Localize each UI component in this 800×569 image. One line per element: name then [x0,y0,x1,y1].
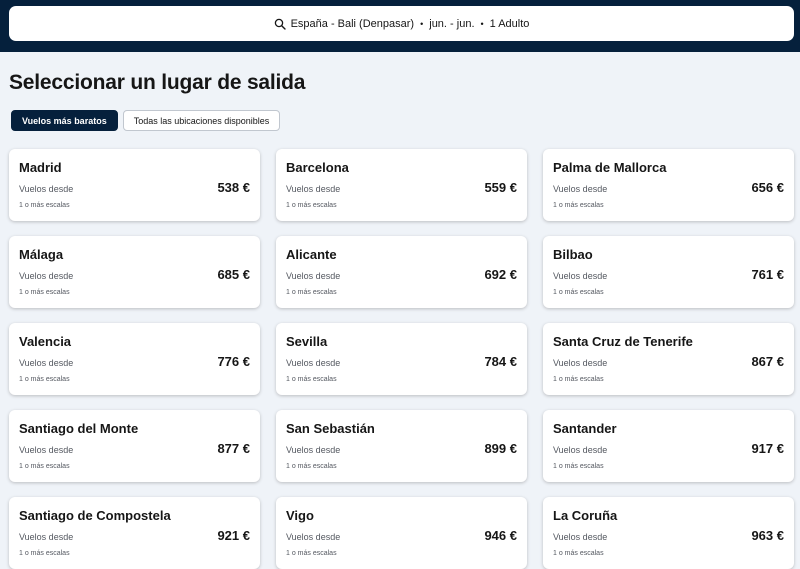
card-stops: 1 o más escalas [553,289,604,296]
card-stops: 1 o más escalas [286,376,337,383]
card-stops: 1 o más escalas [286,289,337,296]
filter-tabs: Vuelos más baratos Todas las ubicaciones… [11,110,281,131]
card-city: Valencia [19,334,72,349]
card-stops: 1 o más escalas [553,463,604,470]
card-city: San Sebastián [286,421,375,436]
card-from-label: Vuelos desde [286,184,341,194]
departure-card-palma-de-mallorca[interactable]: Palma de Mallorca Vuelos desde 656 € 1 o… [543,149,794,221]
card-from-label: Vuelos desde [19,445,74,455]
card-price: 761 € [751,267,784,282]
search-dates: jun. - jun. [429,17,475,30]
search-travellers: 1 Adulto [489,17,530,30]
search-icon [274,18,286,30]
card-from-label: Vuelos desde [19,184,74,194]
departure-card-malaga[interactable]: Málaga Vuelos desde 685 € 1 o más escala… [9,236,260,308]
card-price: 867 € [751,354,784,369]
tab-all-locations[interactable]: Todas las ubicaciones disponibles [122,110,281,131]
card-price: 784 € [484,354,517,369]
card-price: 559 € [484,180,517,195]
departure-card-bilbao[interactable]: Bilbao Vuelos desde 761 € 1 o más escala… [543,236,794,308]
departure-card-vigo[interactable]: Vigo Vuelos desde 946 € 1 o más escalas [276,497,527,569]
card-city: Santiago de Compostela [19,508,171,523]
departure-card-santander[interactable]: Santander Vuelos desde 917 € 1 o más esc… [543,410,794,482]
card-city: Vigo [286,508,314,523]
card-from-label: Vuelos desde [286,445,341,455]
card-price: 921 € [217,528,250,543]
card-from-label: Vuelos desde [286,271,341,281]
card-city: Madrid [19,160,62,175]
departure-card-valencia[interactable]: Valencia Vuelos desde 776 € 1 o más esca… [9,323,260,395]
card-stops: 1 o más escalas [553,376,604,383]
card-city: Santander [553,421,617,436]
card-from-label: Vuelos desde [553,532,608,542]
search-summary-button[interactable]: España - Bali (Denpasar) • jun. - jun. •… [9,6,794,41]
card-from-label: Vuelos desde [286,532,341,542]
card-city: Palma de Mallorca [553,160,667,175]
departure-grid: Madrid Vuelos desde 538 € 1 o más escala… [9,149,794,569]
departure-card-barcelona[interactable]: Barcelona Vuelos desde 559 € 1 o más esc… [276,149,527,221]
departure-card-san-sebastian[interactable]: San Sebastián Vuelos desde 899 € 1 o más… [276,410,527,482]
card-stops: 1 o más escalas [286,463,337,470]
card-from-label: Vuelos desde [19,532,74,542]
card-stops: 1 o más escalas [286,550,337,557]
card-price: 685 € [217,267,250,282]
card-price: 776 € [217,354,250,369]
card-stops: 1 o más escalas [553,202,604,209]
card-stops: 1 o más escalas [553,550,604,557]
card-price: 899 € [484,441,517,456]
card-from-label: Vuelos desde [553,445,608,455]
separator-dot: • [420,18,424,29]
departure-card-alicante[interactable]: Alicante Vuelos desde 692 € 1 o más esca… [276,236,527,308]
card-stops: 1 o más escalas [19,376,70,383]
departure-card-santa-cruz-de-tenerife[interactable]: Santa Cruz de Tenerife Vuelos desde 867 … [543,323,794,395]
tab-cheapest-flights[interactable]: Vuelos más baratos [11,110,118,131]
card-city: Sevilla [286,334,328,349]
top-bar: España - Bali (Denpasar) • jun. - jun. •… [0,0,800,52]
card-price: 946 € [484,528,517,543]
card-from-label: Vuelos desde [553,184,608,194]
card-stops: 1 o más escalas [19,289,70,296]
card-city: Santiago del Monte [19,421,139,436]
separator-dot: • [480,18,484,29]
page-title: Seleccionar un lugar de salida [9,71,306,94]
card-stops: 1 o más escalas [286,202,337,209]
card-price: 692 € [484,267,517,282]
card-from-label: Vuelos desde [19,358,74,368]
card-city: Málaga [19,247,64,262]
card-from-label: Vuelos desde [553,271,608,281]
departure-card-santiago-del-monte[interactable]: Santiago del Monte Vuelos desde 877 € 1 … [9,410,260,482]
card-price: 963 € [751,528,784,543]
card-stops: 1 o más escalas [19,202,70,209]
card-city: Barcelona [286,160,349,175]
departure-card-santiago-de-compostela[interactable]: Santiago de Compostela Vuelos desde 921 … [9,497,260,569]
card-price: 877 € [217,441,250,456]
card-from-label: Vuelos desde [286,358,341,368]
card-city: Santa Cruz de Tenerife [553,334,693,349]
search-route: España - Bali (Denpasar) [290,17,415,30]
card-from-label: Vuelos desde [553,358,608,368]
card-city: La Coruña [553,508,618,523]
departure-card-madrid[interactable]: Madrid Vuelos desde 538 € 1 o más escala… [9,149,260,221]
card-city: Alicante [286,247,337,262]
card-price: 917 € [751,441,784,456]
card-stops: 1 o más escalas [19,463,70,470]
card-city: Bilbao [553,247,593,262]
departure-card-sevilla[interactable]: Sevilla Vuelos desde 784 € 1 o más escal… [276,323,527,395]
card-from-label: Vuelos desde [19,271,74,281]
card-price: 656 € [751,180,784,195]
card-stops: 1 o más escalas [19,550,70,557]
departure-card-la-coruna[interactable]: La Coruña Vuelos desde 963 € 1 o más esc… [543,497,794,569]
card-price: 538 € [217,180,250,195]
